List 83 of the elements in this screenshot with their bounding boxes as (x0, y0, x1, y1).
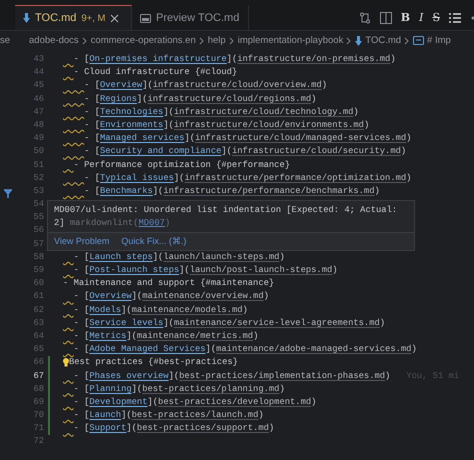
line-number: 67 (32, 370, 44, 382)
code-line: - [Technologies](infrastructure/cloud/technology.md) (83, 106, 359, 119)
line-number: 44 (32, 66, 44, 80)
close-icon[interactable] (110, 14, 120, 22)
line-number: 68 (32, 382, 44, 396)
line-number: 49 (32, 132, 44, 146)
line-number: 56 (32, 224, 44, 238)
code-line: - [Planning](best-practices/planning.md) (72, 382, 285, 396)
code-line: - [Models](maintenance/models.md) (72, 304, 248, 317)
compare-icon[interactable] (358, 12, 371, 24)
breadcrumb-item[interactable]: # Imp (427, 35, 451, 46)
popup-action-link[interactable]: Quick Fix... (⌘.) (121, 235, 186, 248)
line-number: 69 (32, 396, 44, 409)
line-number: 55 (32, 211, 44, 224)
editor-tab[interactable]: TOC.md 9+, M (15, 5, 132, 30)
line-number: 70 (32, 409, 44, 422)
code-line: Best practices {#best-practices} (63, 356, 238, 370)
code-line: - [Managed services](infrastructure/cloud/managed-services.md) (83, 132, 412, 146)
line-number: 62 (32, 304, 44, 317)
line-number: 71 (32, 422, 44, 436)
preview-icon (140, 14, 151, 22)
line-number: 59 (32, 264, 44, 277)
line-number: 43 (32, 53, 44, 66)
code-line: - [Launch](best-practices/launch.md) (72, 409, 264, 422)
code-line: - [Adobe Managed Services](maintenance/adobe-managed-services.md) (72, 343, 417, 356)
code-line: - [Post-launch steps](launch/post-launch-steps.md) (72, 264, 338, 277)
split-editor-icon[interactable] (380, 12, 392, 24)
code-line: - Maintenance and support {#maintenance} (63, 277, 274, 290)
code-line: - [On-premises infrastructure](infrastructure/on-premises.md) (72, 53, 396, 66)
breadcrumb-item[interactable]: adobe-docs (29, 35, 79, 46)
code-line: - [Environments](infrastructure/cloud/environments.md) (83, 118, 370, 132)
breadcrumb-item[interactable]: TOC.md (365, 35, 402, 46)
line-number: 48 (32, 118, 44, 132)
line-number: 57 (32, 238, 44, 251)
code-line: - [Security and compliance](infrastructure/cloud/security.md) (83, 145, 406, 158)
line-number: 66 (32, 356, 44, 370)
problem-message: MD007/ul-indent: Unordered list indentation [Expected: 4; Actual: 2] markdownlint(MD007) (53, 204, 398, 230)
chevron-icon (82, 36, 88, 44)
popup-action-link[interactable]: View Problem (54, 235, 110, 248)
line-number: 72 (32, 435, 44, 448)
format-button[interactable]: I (419, 11, 424, 24)
code-line: - [Typical issues](infrastructure/performance/optimization.md) (83, 172, 412, 185)
chevron-icon (198, 36, 205, 44)
breadcrumb-item[interactable]: help (208, 35, 226, 46)
code-line: - [Development](best-practices/development.md) (72, 396, 316, 409)
code-line: - Cloud infrastructure {#cloud} (72, 66, 238, 80)
markdown-arrow-icon (23, 13, 30, 23)
line-number: 60 (32, 277, 44, 290)
line-number: 47 (32, 106, 44, 119)
sidebar-text: se (0, 35, 12, 46)
code-line: - [Launch steps](launch/launch-steps.md) (72, 250, 285, 264)
chevron-icon (228, 36, 235, 44)
code-line: - [Overview](infrastructure/cloud/overview.md) (83, 79, 327, 92)
format-button[interactable]: B (400, 11, 410, 24)
lightbulb-icon[interactable] (63, 358, 69, 368)
list-icon[interactable] (449, 12, 461, 22)
line-number: 53 (32, 184, 44, 198)
code-line: - [Support](best-practices/support.md) (72, 422, 274, 436)
format-button[interactable]: S (432, 11, 440, 24)
line-number: 64 (32, 330, 44, 343)
line-number: 45 (32, 79, 44, 92)
line-number: 63 (32, 316, 44, 330)
chevron-icon (346, 36, 352, 44)
breadcrumb-item[interactable]: commerce-operations.en (90, 35, 196, 46)
line-number: 50 (32, 145, 44, 158)
code-line: - Performance optimization {#performance} (72, 158, 290, 172)
line-number: 61 (32, 290, 44, 304)
code-line: - [Overview](maintenance/overview.md) (72, 290, 269, 304)
line-number: 52 (32, 172, 44, 185)
code-line: - [Benchmarks](infrastructure/performance/benchmarks.md) (83, 184, 380, 198)
code-line: - [Metrics](maintenance/metrics.md) (72, 330, 258, 343)
line-number: 58 (32, 250, 44, 264)
symbol-icon (413, 36, 424, 45)
chevron-icon (404, 36, 410, 44)
code-line: - [Service levels](maintenance/service-level-agreements.md) (72, 316, 386, 330)
line-number: 65 (32, 343, 44, 356)
markdown-arrow-icon (355, 36, 362, 46)
line-number: 51 (32, 158, 44, 172)
line-number: 46 (32, 92, 44, 106)
breadcrumb-item[interactable]: implementation-playbook (238, 35, 344, 46)
pin-icon (4, 189, 12, 198)
code-line: - [Regions](infrastructure/cloud/regions.md) (83, 92, 316, 106)
line-number: 54 (32, 198, 44, 212)
